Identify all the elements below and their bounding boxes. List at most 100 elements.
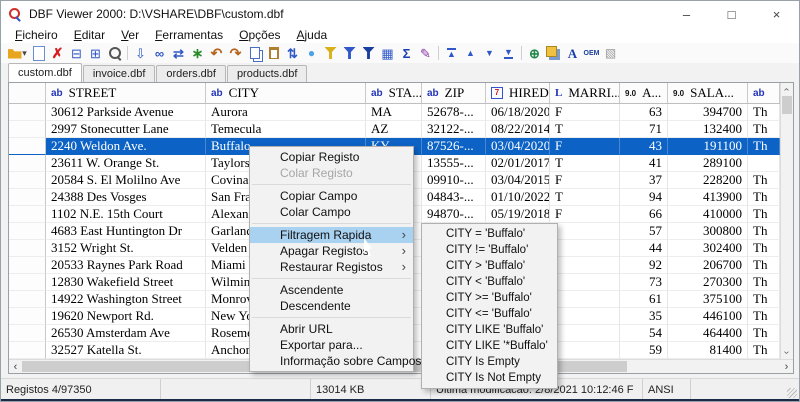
grid-cell[interactable]: T xyxy=(550,121,620,138)
structure-icon[interactable]: ⊞ xyxy=(86,44,105,62)
grid-cell[interactable]: Th xyxy=(748,291,780,308)
grid-cell[interactable]: 206700 xyxy=(668,257,748,274)
grid-cell[interactable]: 66 xyxy=(620,206,668,223)
encoding-icon[interactable]: ⊕ xyxy=(525,44,544,62)
grid-cell[interactable]: 446100 xyxy=(668,308,748,325)
grid-cell[interactable]: Th xyxy=(748,189,780,206)
grid-cell[interactable]: Th xyxy=(748,104,780,121)
grid-cell[interactable]: 06/18/2020 xyxy=(486,104,550,121)
grid-cell[interactable]: 73 xyxy=(620,274,668,291)
edit-record-icon[interactable]: ⊟ xyxy=(67,44,86,62)
grid-cell[interactable]: 54 xyxy=(620,325,668,342)
vertical-scroll-thumb[interactable] xyxy=(782,96,792,114)
layers-icon[interactable] xyxy=(544,44,563,62)
close-button[interactable]: × xyxy=(754,1,799,27)
grid-cell[interactable] xyxy=(550,223,620,240)
scroll-down-icon[interactable]: › xyxy=(781,346,793,359)
grid-cell[interactable] xyxy=(748,155,780,172)
context-menu-item-copy-record[interactable]: Copiar Registo xyxy=(250,149,413,165)
resize-grip-icon[interactable] xyxy=(787,388,797,398)
scroll-up-icon[interactable]: ‹ xyxy=(781,83,793,96)
grid-cell[interactable]: 4683 East Huntington Dr xyxy=(46,223,206,240)
grid-cell[interactable]: 02/01/2017 xyxy=(486,155,550,172)
filter-selection-icon[interactable] xyxy=(359,44,378,62)
grid-cell[interactable]: 87526-... xyxy=(422,138,486,155)
tab-orders-dbf[interactable]: orders.dbf xyxy=(156,65,226,82)
grid-cell[interactable]: Th xyxy=(748,342,780,359)
context-menu-item-ascending[interactable]: Ascendente xyxy=(250,282,413,298)
grid-cell[interactable]: 413900 xyxy=(668,189,748,206)
tab-custom-dbf[interactable]: custom.dbf xyxy=(8,63,82,82)
nav-first-icon[interactable]: ▲ xyxy=(442,44,461,62)
context-menu-item-export-to[interactable]: Exportar para... xyxy=(250,337,413,353)
grid-cell[interactable]: 13555-... xyxy=(422,155,486,172)
grid-cell[interactable]: Th xyxy=(748,274,780,291)
submenu-item-ge[interactable]: CITY >= 'Buffalo' xyxy=(422,290,557,306)
row-selector[interactable] xyxy=(9,240,46,257)
menubar-item-editar[interactable]: Editar xyxy=(66,28,113,42)
grid-cell[interactable]: T xyxy=(550,189,620,206)
submenu-item-le[interactable]: CITY <= 'Buffalo' xyxy=(422,306,557,322)
grid-cell[interactable]: Th xyxy=(748,172,780,189)
scroll-right-icon[interactable]: › xyxy=(780,360,793,373)
context-menu-item-field-info[interactable]: Informação sobre Campos xyxy=(250,353,421,369)
grid-cell[interactable]: 32122-... xyxy=(422,121,486,138)
grid-cell[interactable]: Th xyxy=(748,121,780,138)
context-menu-item-descending[interactable]: Descendente xyxy=(250,298,413,314)
context-menu-item-copy-field[interactable]: Copiar Campo xyxy=(250,188,413,204)
grid-cell[interactable]: F xyxy=(550,172,620,189)
sort-icon[interactable]: ⇅ xyxy=(283,44,302,62)
oem-charset-icon[interactable]: OEM xyxy=(582,44,601,62)
grid-cell[interactable]: 20533 Raynes Park Road xyxy=(46,257,206,274)
menubar-item-ver[interactable]: Ver xyxy=(113,28,147,42)
row-selector[interactable] xyxy=(9,308,46,325)
grid-cell[interactable]: 03/04/2020 xyxy=(486,138,550,155)
submenu-item-is-not-empty[interactable]: CITY Is Not Empty xyxy=(422,370,557,386)
grid-cell[interactable]: 23611 W. Orange St. xyxy=(46,155,206,172)
maximize-button[interactable]: □ xyxy=(709,1,754,27)
grid-cell[interactable]: Th xyxy=(748,325,780,342)
grid-cell[interactable]: 37 xyxy=(620,172,668,189)
submenu-item-eq[interactable]: CITY = 'Buffalo' xyxy=(422,226,557,242)
nav-last-icon[interactable]: ▼ xyxy=(499,44,518,62)
expression-icon[interactable]: ∗ xyxy=(188,44,207,62)
replace-icon[interactable]: ⇄ xyxy=(169,44,188,62)
grid-cell[interactable]: Temecula xyxy=(206,121,366,138)
grid-cell[interactable]: 30612 Parkside Avenue xyxy=(46,104,206,121)
column-header-rowsel[interactable] xyxy=(9,83,46,103)
tab-products-dbf[interactable]: products.dbf xyxy=(226,65,308,82)
grid-cell[interactable]: 228200 xyxy=(668,172,748,189)
nav-next-icon[interactable]: ▼ xyxy=(480,44,499,62)
row-selector[interactable] xyxy=(9,206,46,223)
grid-cell[interactable]: 24388 Des Vosges xyxy=(46,189,206,206)
submenu-item-ne[interactable]: CITY != 'Buffalo' xyxy=(422,242,557,258)
grid-cell[interactable]: 43 xyxy=(620,138,668,155)
grid-cell[interactable]: Th xyxy=(748,138,780,155)
grid-cell[interactable]: 08/22/2014 xyxy=(486,121,550,138)
filter-icon[interactable] xyxy=(340,44,359,62)
paste-icon[interactable] xyxy=(264,44,283,62)
grid-cell[interactable]: 32527 Katella St. xyxy=(46,342,206,359)
grid-cell[interactable]: Th xyxy=(748,206,780,223)
grid-cell[interactable]: 94870-... xyxy=(422,206,486,223)
row-selector[interactable] xyxy=(9,172,46,189)
column-header-age[interactable]: 9.0 A... xyxy=(620,83,668,103)
menubar-item-ficheiro[interactable]: Ficheiro xyxy=(7,28,66,42)
submenu-item-is-empty[interactable]: CITY Is Empty xyxy=(422,354,557,370)
row-selector[interactable] xyxy=(9,257,46,274)
tab-invoice-dbf[interactable]: invoice.dbf xyxy=(82,65,156,82)
highlight-icon[interactable]: ✎ xyxy=(416,44,435,62)
context-menu-item-delete-records[interactable]: Apagar Registos › xyxy=(250,243,413,259)
grid-cell[interactable]: Th xyxy=(748,308,780,325)
column-header-hired[interactable]: 7HIRED... xyxy=(486,83,550,103)
grid-cell[interactable]: 3152 Wright St. xyxy=(46,240,206,257)
redo-icon[interactable]: ↷ xyxy=(226,44,245,62)
grid-cell[interactable]: 1102 N.E. 15th Court xyxy=(46,206,206,223)
grid-cell[interactable]: 132400 xyxy=(668,121,748,138)
column-header-state[interactable]: ab STA... xyxy=(366,83,422,103)
grid-cell[interactable]: 2997 Stonecutter Lane xyxy=(46,121,206,138)
row-selector[interactable] xyxy=(9,223,46,240)
grid-cell[interactable]: 01/10/2022 xyxy=(486,189,550,206)
delete-record-icon[interactable]: ✗ xyxy=(48,44,67,62)
submenu-item-like[interactable]: CITY LIKE 'Buffalo' xyxy=(422,322,557,338)
